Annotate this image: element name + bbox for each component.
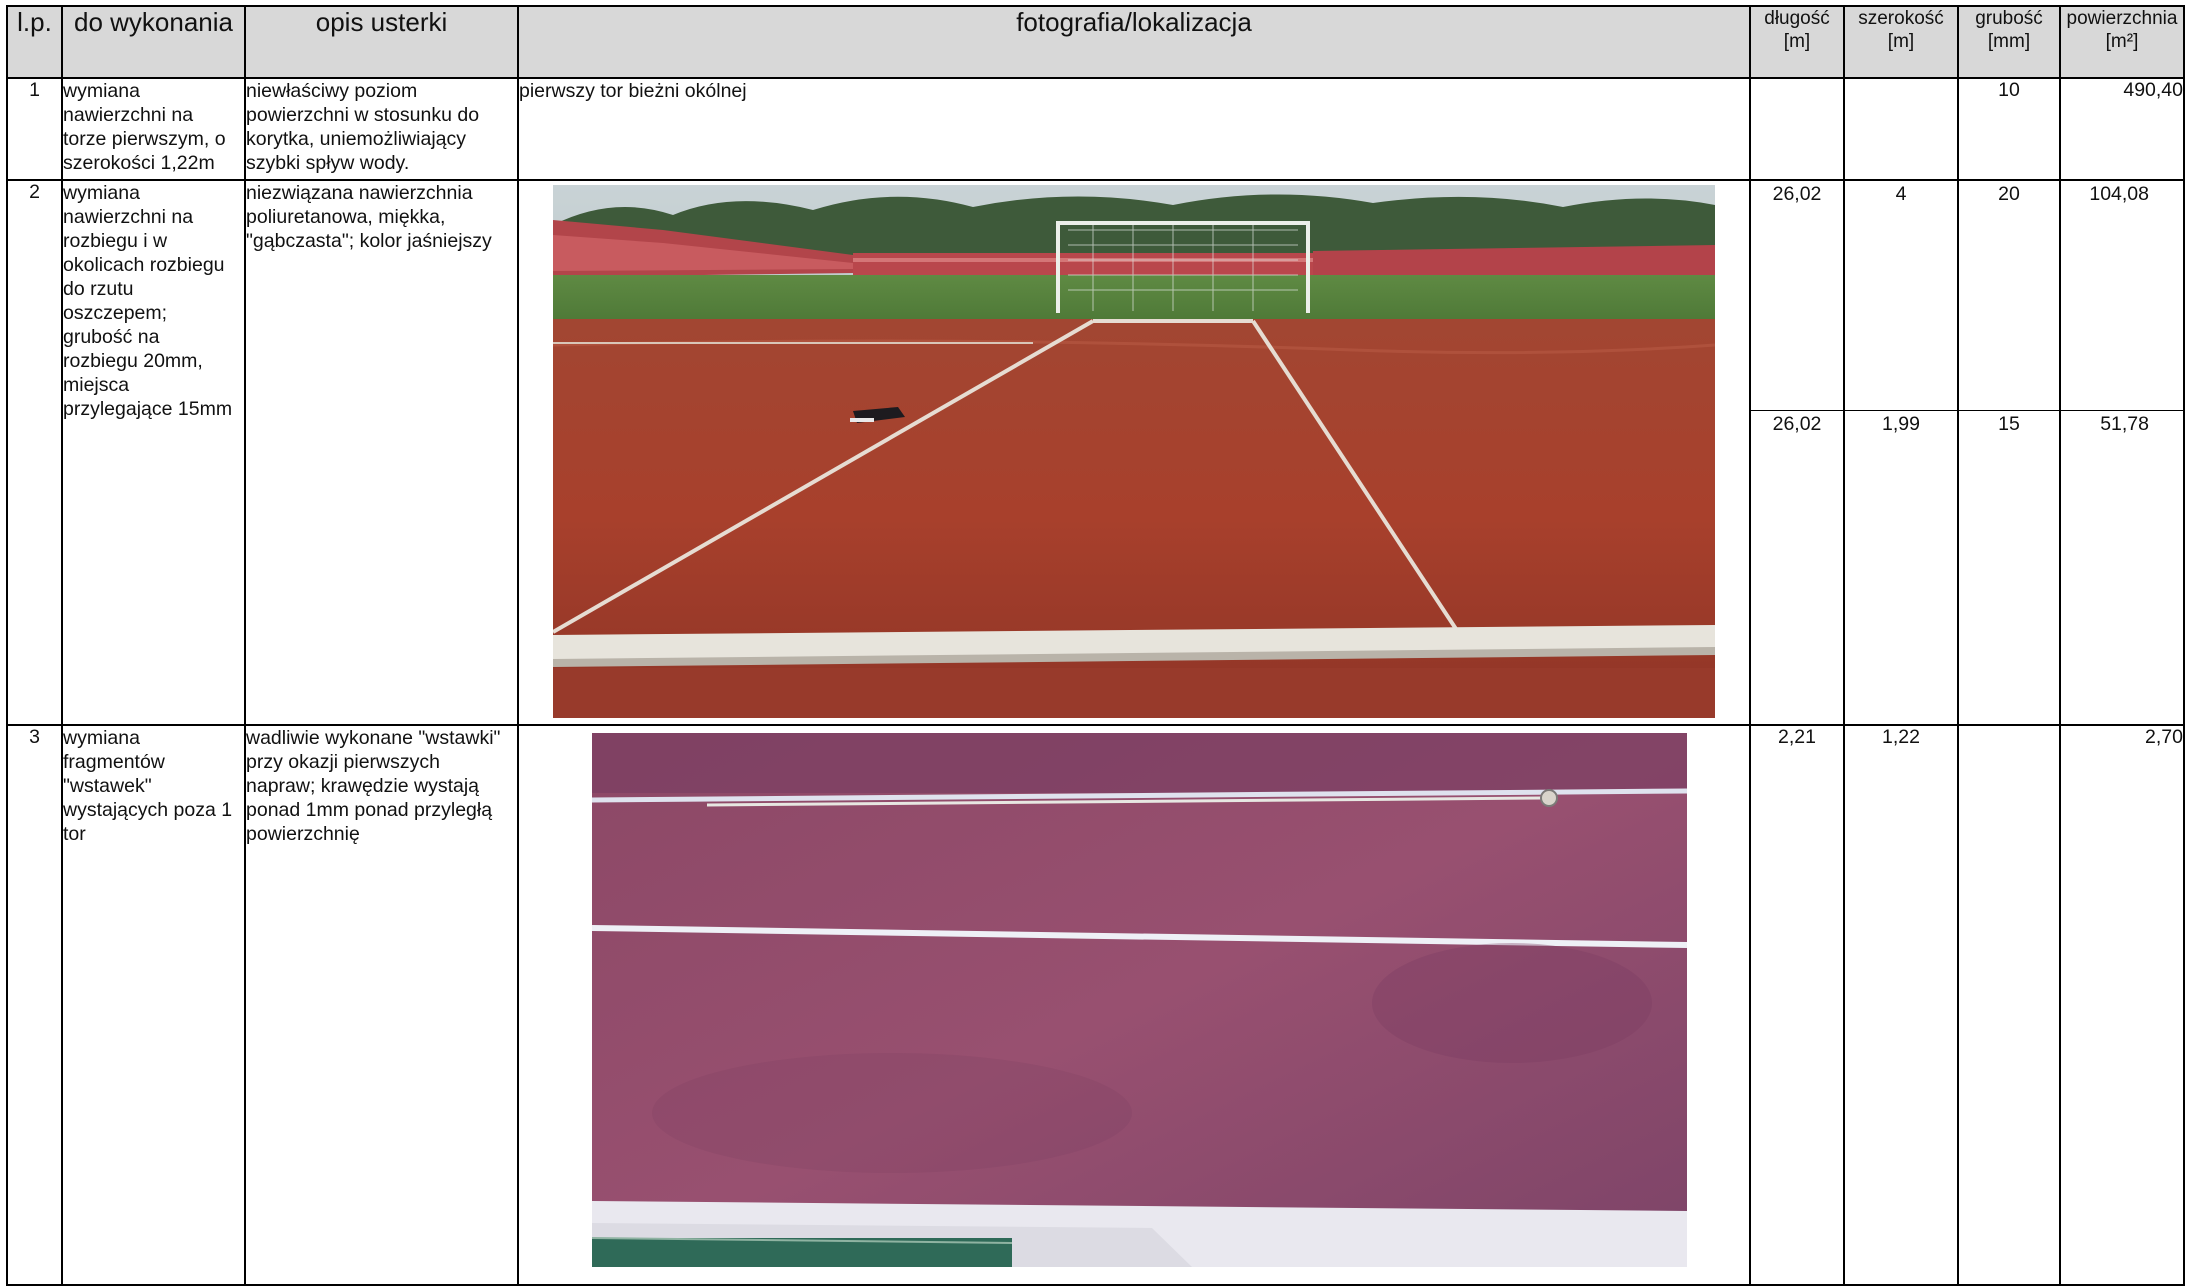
header-row: l.p. do wykonania opis usterki fotografi… — [6, 5, 2185, 79]
photo-stadium-javelin-runway — [553, 185, 1715, 718]
header-fotografia: fotografia/lokalizacja — [517, 5, 1751, 79]
table-row: 3 wymiana fragmentów "wstawek" wystający… — [6, 724, 2185, 1286]
row-number: 2 — [6, 179, 63, 726]
width-cell: 4 1,99 — [1843, 179, 1959, 726]
header-grubosc: grubość [mm] — [1957, 5, 2061, 79]
header-dlugosc: długość [m] — [1749, 5, 1845, 79]
defect-description-cell: niezwiązana nawierzchnia poliuretanowa, … — [244, 179, 519, 726]
photo-track-lane-inserts — [592, 733, 1687, 1267]
thickness-cell — [1957, 724, 2061, 1286]
task-cell: wymiana nawierzchni na torze pierwszym, … — [61, 77, 246, 181]
length-cell — [1749, 77, 1845, 181]
table-row: 2 wymiana nawierzchni na rozbiegu i w ok… — [6, 179, 2185, 726]
width-cell — [1843, 77, 1959, 181]
length-cell: 26,02 26,02 — [1749, 179, 1845, 726]
width-cell: 1,22 — [1843, 724, 1959, 1286]
header-lp: l.p. — [6, 5, 63, 79]
header-do-wykonania: do wykonania — [61, 5, 246, 79]
header-powierzchnia: powierzchnia [m²] — [2059, 5, 2185, 79]
header-szerokosc: szerokość [m] — [1843, 5, 1959, 79]
photo-cell — [517, 724, 1751, 1286]
defect-description-cell: wadliwie wykonane "wstawki" przy okazji … — [244, 724, 519, 1286]
task-cell: wymiana nawierzchni na rozbiegu i w okol… — [61, 179, 246, 726]
area-cell: 2,70 — [2059, 724, 2185, 1286]
header-opis-usterki: opis usterki — [244, 5, 519, 79]
task-cell: wymiana fragmentów "wstawek" wystających… — [61, 724, 246, 1286]
row-number: 3 — [6, 724, 63, 1286]
row-number: 1 — [6, 77, 63, 181]
length-cell: 2,21 — [1749, 724, 1845, 1286]
location-cell: pierwszy tor bieżni okólnej — [517, 77, 1751, 181]
defects-table: l.p. do wykonania opis usterki fotografi… — [6, 5, 2185, 1286]
thickness-cell: 10 — [1957, 77, 2061, 181]
photo-cell — [517, 179, 1751, 726]
defect-description-cell: niewłaściwy poziom powierzchni w stosunk… — [244, 77, 519, 181]
table-row: 1 wymiana nawierzchni na torze pierwszym… — [6, 77, 2185, 181]
area-cell: 490,40 — [2059, 77, 2185, 181]
area-cell: 104,08 51,78 — [2059, 179, 2185, 726]
thickness-cell: 20 15 — [1957, 179, 2061, 726]
